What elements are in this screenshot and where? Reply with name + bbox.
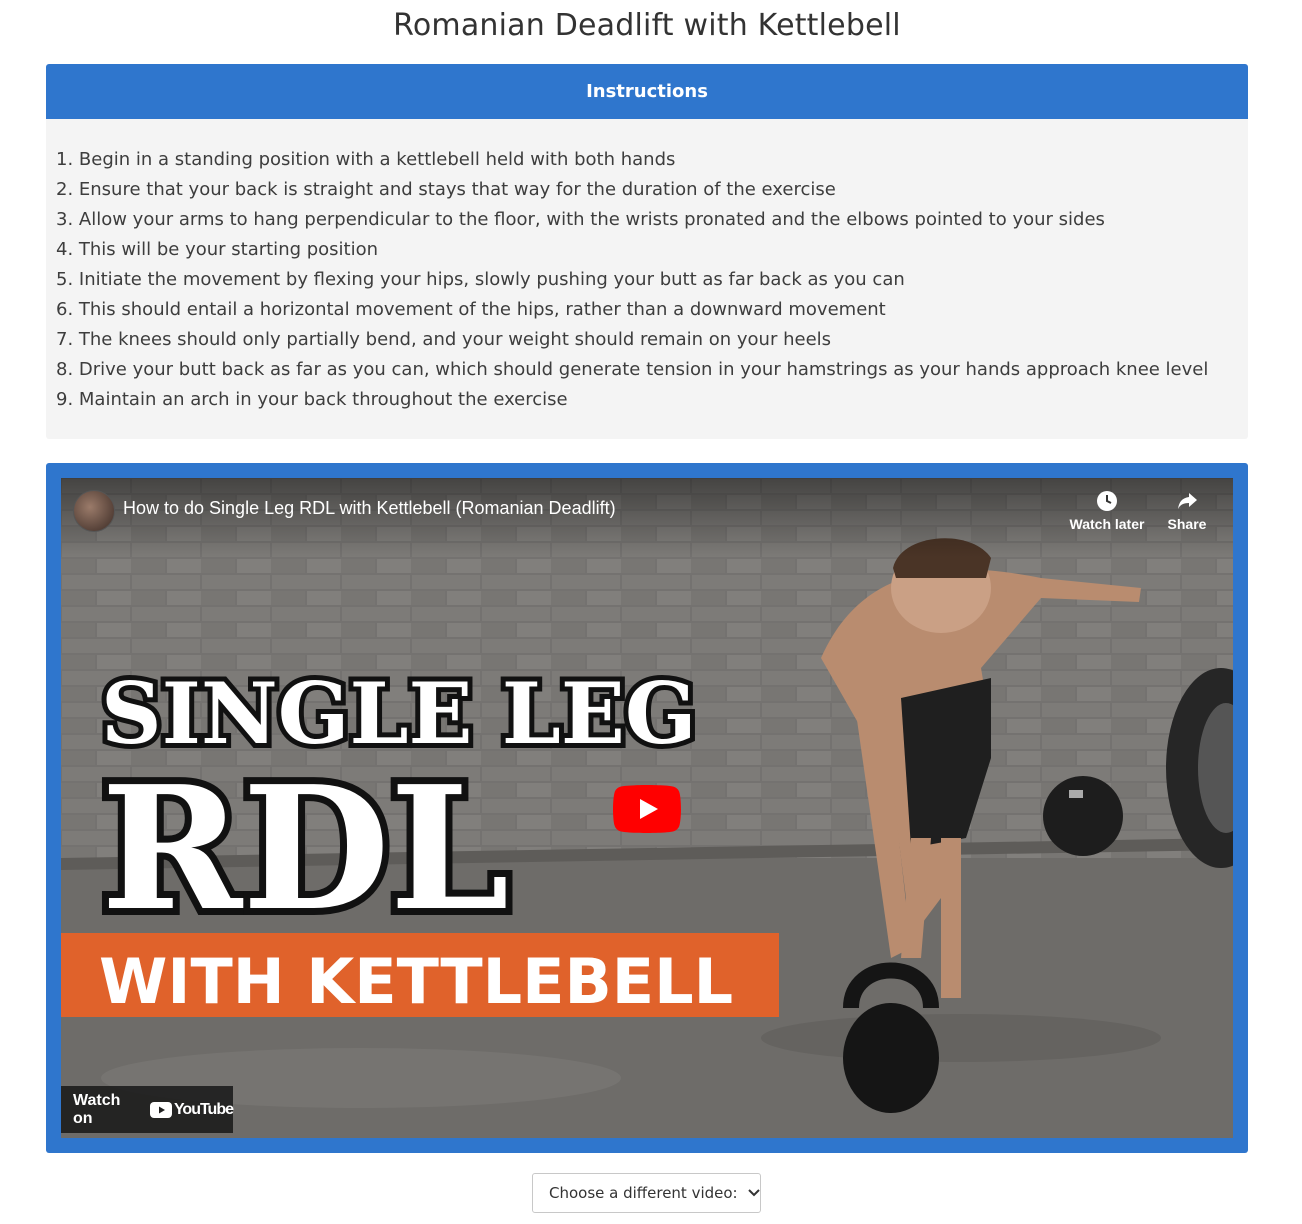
video-title[interactable]: How to do Single Leg RDL with Kettlebell…	[123, 498, 616, 519]
channel-avatar[interactable]	[73, 490, 115, 532]
youtube-embed[interactable]: SINGLE LEG RDL WITH KETTLEBELL How to do…	[61, 478, 1233, 1138]
share-arrow-icon	[1178, 493, 1197, 509]
chevron-down-icon	[747, 1189, 760, 1197]
video-select[interactable]: Choose a different video:	[532, 1173, 761, 1213]
clock-icon	[1097, 491, 1117, 511]
video-frame: SINGLE LEG RDL WITH KETTLEBELL How to do…	[46, 463, 1248, 1153]
instruction-step: 9. Maintain an arch in your back through…	[56, 389, 568, 410]
instruction-step: 8. Drive your butt back as far as you ca…	[56, 359, 1209, 380]
instruction-step: 1. Begin in a standing position with a k…	[56, 149, 676, 170]
youtube-wordmark: YouTube	[173, 1100, 234, 1118]
instruction-step: 2. Ensure that your back is straight and…	[56, 179, 836, 200]
play-button[interactable]	[613, 785, 681, 833]
watch-later-label: Watch later	[1069, 516, 1145, 532]
video-topbar: How to do Single Leg RDL with Kettlebell…	[61, 478, 1233, 558]
share-label: Share	[1167, 516, 1207, 532]
instruction-step: 5. Initiate the movement by flexing your…	[56, 269, 905, 290]
page-title: Romanian Deadlift with Kettlebell	[393, 8, 901, 43]
instruction-step: 3. Allow your arms to hang perpendicular…	[56, 209, 1105, 230]
share-button[interactable]: Share	[1142, 488, 1232, 532]
video-select-label: Choose a different video:	[549, 1184, 738, 1202]
watch-on-label: Watch on	[73, 1091, 121, 1127]
instructions-header: Instructions	[46, 64, 1248, 119]
instructions-list: 1. Begin in a standing position with a k…	[46, 119, 1248, 415]
thumbnail-line-3: WITH KETTLEBELL	[99, 945, 733, 1018]
instruction-step: 7. The knees should only partially bend,…	[56, 329, 832, 350]
watch-on-youtube-button[interactable]: Watch on YouTube	[61, 1086, 234, 1133]
thumbnail-line-2: RDL	[101, 749, 509, 949]
youtube-logo-icon: YouTube	[149, 1100, 234, 1119]
instruction-step: 6. This should entail a horizontal movem…	[56, 299, 886, 320]
instructions-panel: Instructions 1. Begin in a standing posi…	[46, 64, 1248, 439]
instruction-step: 4. This will be your starting position	[56, 239, 379, 260]
watch-later-button[interactable]: Watch later	[1062, 488, 1152, 532]
